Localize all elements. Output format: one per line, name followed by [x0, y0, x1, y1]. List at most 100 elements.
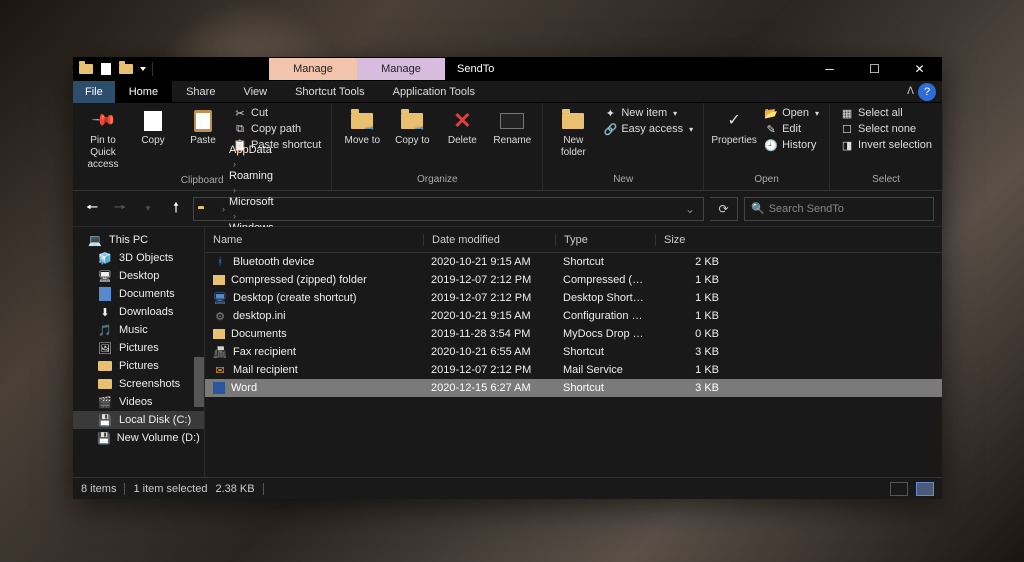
- cut-button[interactable]: ✂Cut: [229, 105, 325, 121]
- sidebar-item[interactable]: 💻This PC: [73, 231, 204, 249]
- file-row[interactable]: Compressed (zipped) folder2019-12-07 2:1…: [205, 271, 942, 289]
- copy-path-button[interactable]: ⧉Copy path: [229, 121, 325, 137]
- address-dropdown-icon[interactable]: ⌄: [681, 202, 699, 216]
- sidebar-item[interactable]: 🖥Desktop: [73, 267, 204, 285]
- breadcrumb-segment[interactable]: AppData: [229, 144, 274, 156]
- file-row[interactable]: 🖥Desktop (create shortcut)2019-12-07 2:1…: [205, 289, 942, 307]
- search-input[interactable]: 🔍 Search SendTo: [744, 197, 934, 221]
- column-date[interactable]: Date modified: [423, 234, 555, 246]
- tab-view[interactable]: View: [229, 81, 281, 103]
- chevron-icon[interactable]: ›: [229, 185, 240, 195]
- sidebar-item[interactable]: Pictures: [73, 357, 204, 375]
- collapse-ribbon-icon[interactable]: ᐱ: [907, 86, 914, 97]
- properties-button[interactable]: ✓Properties: [710, 105, 758, 151]
- tab-file[interactable]: File: [73, 81, 115, 103]
- file-date: 2020-10-21 9:15 AM: [423, 310, 555, 322]
- desk-icon: 🖥: [97, 269, 113, 283]
- minimize-button[interactable]: ─: [807, 57, 852, 81]
- context-tab-manage-1[interactable]: Manage: [269, 58, 357, 80]
- sidebar-item[interactable]: 💾New Volume (D:): [73, 429, 204, 447]
- close-button[interactable]: ✕: [897, 57, 942, 81]
- file-name: Bluetooth device: [233, 256, 314, 268]
- new-folder-button[interactable]: New folder: [549, 105, 597, 163]
- breadcrumb-segment[interactable]: Microsoft: [229, 196, 274, 208]
- view-details-button[interactable]: [890, 482, 908, 496]
- tab-share[interactable]: Share: [172, 81, 229, 103]
- column-size[interactable]: Size: [655, 234, 727, 246]
- edit-button[interactable]: ✎Edit: [760, 121, 823, 137]
- copy-button[interactable]: Copy: [129, 105, 177, 151]
- sidebar-item-label: Videos: [119, 396, 152, 408]
- paste-button[interactable]: Paste: [179, 105, 227, 151]
- navigation-pane[interactable]: 💻This PC🧊3D Objects🖥DesktopDocuments⬇Dow…: [73, 227, 205, 477]
- chevron-icon[interactable]: ›: [229, 211, 240, 221]
- column-name[interactable]: Name: [205, 234, 423, 246]
- open-button[interactable]: 📂Open▾: [760, 105, 823, 121]
- tab-application-tools[interactable]: Application Tools: [379, 81, 489, 103]
- file-type: MyDocs Drop Targ...: [555, 328, 655, 340]
- qat-dropdown-icon[interactable]: [140, 67, 146, 71]
- tab-shortcut-tools[interactable]: Shortcut Tools: [281, 81, 379, 103]
- easy-access-button[interactable]: 🔗Easy access▾: [599, 121, 697, 137]
- group-label: Open: [754, 174, 778, 190]
- move-to-button[interactable]: →Move to: [338, 105, 386, 151]
- sidebar-item[interactable]: 💾Local Disk (C:): [73, 411, 204, 429]
- address-bar: 🠔 🠖 ▾ 🠕 › AppData›Roaming›Microsoft›Wind…: [73, 191, 942, 227]
- file-row[interactable]: ✉Mail recipient2019-12-07 2:12 PMMail Se…: [205, 361, 942, 379]
- recent-dropdown[interactable]: ▾: [137, 198, 159, 220]
- titlebar[interactable]: Manage Manage SendTo ─ ☐ ✕: [73, 57, 942, 81]
- file-row[interactable]: Word2020-12-15 6:27 AMShortcut3 KB: [205, 379, 942, 397]
- forward-button[interactable]: 🠖: [109, 198, 131, 220]
- select-all-button[interactable]: ▦Select all: [836, 105, 936, 121]
- label: Select none: [858, 123, 916, 135]
- ini-icon: ⚙: [213, 309, 227, 323]
- back-button[interactable]: 🠔: [81, 198, 103, 220]
- sidebar-item[interactable]: ⬇Downloads: [73, 303, 204, 321]
- separator: [263, 483, 264, 495]
- folder-icon[interactable]: [79, 62, 93, 76]
- chevron-icon[interactable]: ›: [218, 204, 229, 214]
- sidebar-item[interactable]: 🎵Music: [73, 321, 204, 339]
- label: Delete: [448, 135, 477, 147]
- sidebar-item[interactable]: Screenshots: [73, 375, 204, 393]
- help-button[interactable]: ?: [918, 83, 936, 101]
- file-row[interactable]: ⚙desktop.ini2020-10-21 9:15 AMConfigurat…: [205, 307, 942, 325]
- file-row[interactable]: Documents2019-11-28 3:54 PMMyDocs Drop T…: [205, 325, 942, 343]
- sidebar-item[interactable]: 🧊3D Objects: [73, 249, 204, 267]
- file-name: Documents: [231, 328, 287, 340]
- select-none-button[interactable]: ☐Select none: [836, 121, 936, 137]
- invert-selection-button[interactable]: ◨Invert selection: [836, 137, 936, 153]
- sidebar-item[interactable]: 🖼Pictures: [73, 339, 204, 357]
- file-list[interactable]: Name Date modified Type Size ᚼBluetooth …: [205, 227, 942, 477]
- file-name: Fax recipient: [233, 346, 296, 358]
- scrollbar-thumb[interactable]: [194, 357, 204, 407]
- file-row[interactable]: ᚼBluetooth device2020-10-21 9:15 AMShort…: [205, 253, 942, 271]
- history-button[interactable]: 🕘History: [760, 137, 823, 153]
- delete-button[interactable]: ✕Delete: [438, 105, 486, 151]
- view-icons-button[interactable]: [916, 482, 934, 496]
- column-type[interactable]: Type: [555, 234, 655, 246]
- sidebar-item[interactable]: Documents: [73, 285, 204, 303]
- chevron-icon[interactable]: ›: [229, 159, 240, 169]
- label: Paste: [190, 135, 216, 147]
- up-button[interactable]: 🠕: [165, 198, 187, 220]
- new-item-button[interactable]: ✦New item▾: [599, 105, 697, 121]
- label: Edit: [782, 123, 801, 135]
- status-selected-count: 1 item selected: [133, 483, 207, 495]
- group-label: Clipboard: [181, 175, 224, 190]
- file-row[interactable]: 📠Fax recipient2020-10-21 6:55 AMShortcut…: [205, 343, 942, 361]
- file-date: 2020-12-15 6:27 AM: [423, 382, 555, 394]
- context-tab-manage-2[interactable]: Manage: [357, 58, 445, 80]
- sidebar-item[interactable]: 🎬Videos: [73, 393, 204, 411]
- copy-to-button[interactable]: →Copy to: [388, 105, 436, 151]
- document-icon[interactable]: [99, 62, 113, 76]
- breadcrumb-segment[interactable]: Roaming: [229, 170, 274, 182]
- maximize-button[interactable]: ☐: [852, 57, 897, 81]
- breadcrumb-bar[interactable]: › AppData›Roaming›Microsoft›Windows›Send…: [193, 197, 704, 221]
- refresh-button[interactable]: ⟳: [710, 197, 738, 221]
- rename-button[interactable]: Rename: [488, 105, 536, 151]
- ribbon: 📌Pin to Quick access Copy Paste ✂Cut ⧉Co…: [73, 103, 942, 191]
- tab-home[interactable]: Home: [115, 81, 172, 103]
- folder-icon[interactable]: [119, 62, 133, 76]
- pin-quick-access-button[interactable]: 📌Pin to Quick access: [79, 105, 127, 175]
